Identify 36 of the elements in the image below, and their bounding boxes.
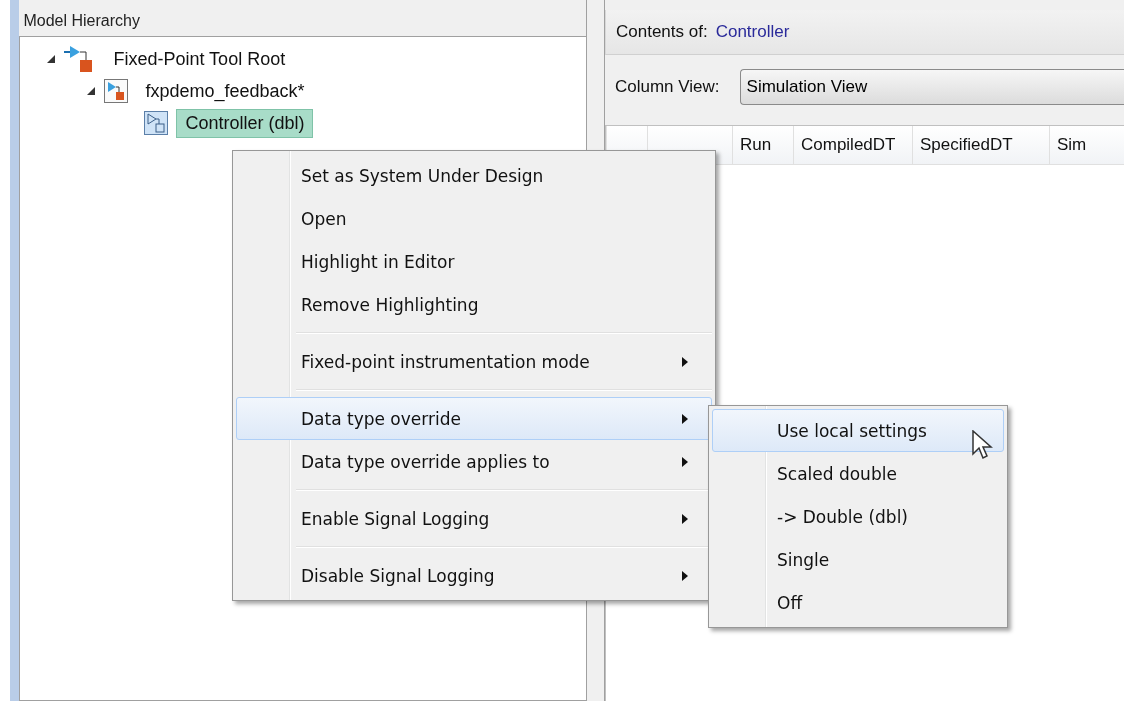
submenu-arrow-icon (681, 569, 689, 582)
menu-item[interactable]: Open (236, 197, 712, 240)
tree-item[interactable]: Fixed-Point Tool Root (104, 44, 295, 74)
menu-item[interactable]: Remove Highlighting (236, 283, 712, 326)
submenu-arrow-icon (681, 455, 689, 468)
contents-label: Contents of: (616, 22, 708, 42)
menu-item[interactable]: Scaled double (712, 452, 1004, 495)
column-view-dropdown[interactable]: Simulation View (739, 69, 1124, 105)
submenu-arrow-icon (681, 355, 689, 368)
column-header[interactable]: CompiledDT (793, 126, 912, 164)
submenu-arrow-icon (681, 412, 689, 425)
menu-item[interactable]: Data type override (236, 397, 712, 440)
menu-item[interactable]: Use local settings (712, 409, 1004, 452)
column-view-label: Column View: (615, 77, 720, 97)
menu-item[interactable]: Data type override applies to (236, 440, 712, 483)
menu-item[interactable]: Set as System Under Design (236, 154, 712, 197)
tree-item[interactable]: fxpdemo_feedback* (136, 76, 314, 106)
column-header[interactable]: SpecifiedDT (912, 126, 1049, 164)
menu-item[interactable]: Highlight in Editor (236, 240, 712, 283)
menu-item[interactable]: Off (712, 581, 1004, 624)
menu-item[interactable]: -> Double (dbl) (712, 495, 1004, 538)
model-icon (104, 79, 129, 103)
column-header[interactable]: Run (732, 126, 793, 164)
submenu-arrow-icon (681, 512, 689, 525)
collapse-triangle-icon[interactable] (86, 86, 97, 96)
tree-item[interactable]: Controller (dbl) (176, 108, 314, 138)
mouse-cursor-icon (972, 430, 994, 462)
menu-item[interactable]: Disable Signal Logging (236, 554, 712, 597)
menu-item[interactable]: Fixed-point instrumentation mode (236, 340, 712, 383)
contents-value: Controller (715, 22, 790, 42)
menu-item[interactable]: Single (712, 538, 1004, 581)
column-header[interactable]: Sim (1049, 126, 1124, 164)
subsystem-icon (144, 111, 169, 135)
collapse-triangle-icon[interactable] (46, 54, 57, 64)
menu-item[interactable]: Enable Signal Logging (236, 497, 712, 540)
panel-title: Model Hierarchy (22, 11, 141, 31)
